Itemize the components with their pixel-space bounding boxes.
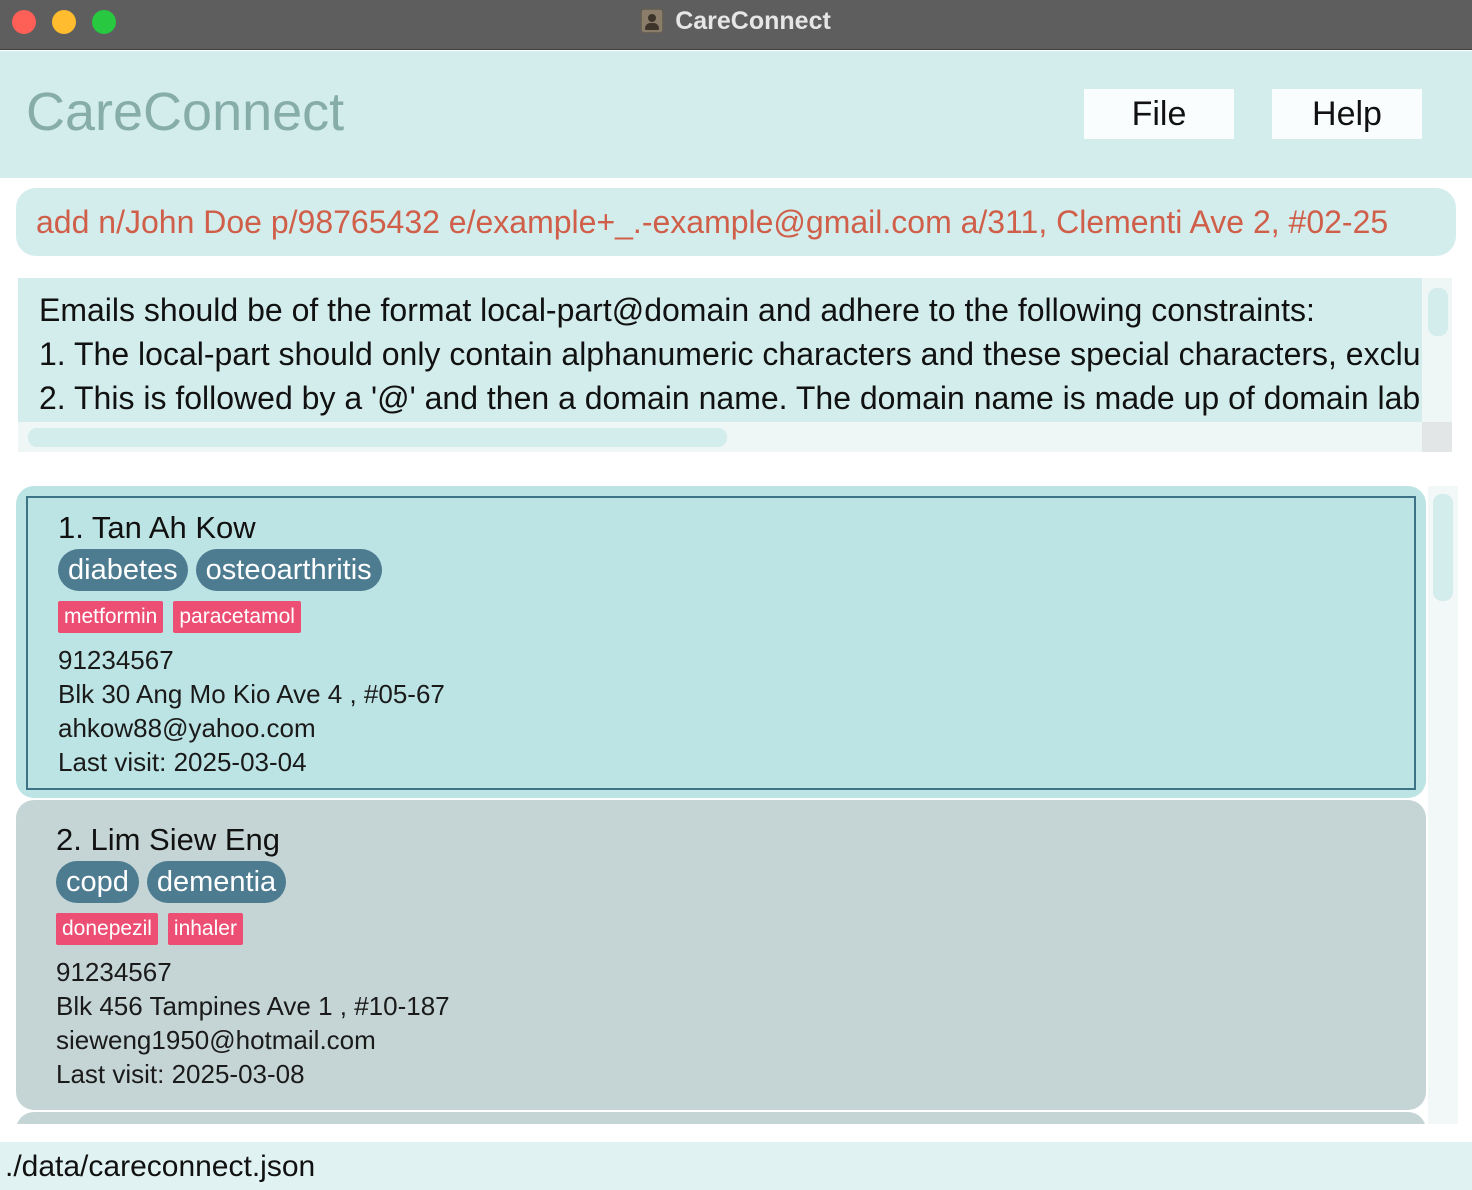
- medication-tags: donepezil inhaler: [56, 913, 450, 945]
- person-name: 2. Lim Siew Eng: [56, 822, 280, 857]
- file-menu-button[interactable]: File: [1084, 89, 1234, 139]
- status-bar: ./data/careconnect.json: [0, 1142, 1472, 1190]
- person-card-content: 1. Tan Ah Kow diabetes osteoarthritis me…: [58, 508, 445, 779]
- person-name: 1. Tan Ah Kow: [58, 510, 256, 545]
- result-horizontal-scrollbar[interactable]: [18, 422, 1422, 452]
- medication-tags: metformin paracetamol: [58, 601, 445, 633]
- title-group: CareConnect: [0, 0, 1472, 42]
- condition-tag: dementia: [146, 861, 287, 903]
- save-file-path: ./data/careconnect.json: [5, 1150, 316, 1183]
- person-phone: 91234567: [56, 957, 172, 987]
- command-box: [16, 188, 1456, 256]
- condition-tag: osteoarthritis: [195, 549, 382, 591]
- person-card-content: 2. Lim Siew Eng copd dementia donepezil …: [56, 820, 450, 1091]
- result-line: Emails should be of the format local-par…: [39, 292, 1315, 328]
- command-input[interactable]: [36, 188, 1436, 256]
- result-vertical-scroll-thumb[interactable]: [1428, 288, 1448, 336]
- person-card[interactable]: 2. Lim Siew Eng copd dementia donepezil …: [16, 800, 1426, 1110]
- app-window: CareConnect CareConnect File Help Emails…: [0, 0, 1472, 1190]
- person-card-partial[interactable]: [16, 1112, 1426, 1124]
- person-last-visit: Last visit: 2025-03-04: [58, 747, 307, 777]
- person-list: 1. Tan Ah Kow diabetes osteoarthritis me…: [16, 486, 1426, 1124]
- result-display: Emails should be of the format local-par…: [18, 278, 1452, 452]
- person-last-visit: Last visit: 2025-03-08: [56, 1059, 305, 1089]
- help-menu-button[interactable]: Help: [1272, 89, 1422, 139]
- person-address: Blk 456 Tampines Ave 1 , #10-187: [56, 991, 450, 1021]
- title-bar: CareConnect: [0, 0, 1472, 50]
- result-line: 1. The local-part should only contain al…: [39, 336, 1421, 372]
- condition-tags: copd dementia: [56, 861, 450, 903]
- person-list-scroll-thumb[interactable]: [1433, 494, 1453, 601]
- app-brand: CareConnect: [26, 82, 345, 142]
- condition-tag: copd: [56, 861, 139, 903]
- person-address: Blk 30 Ang Mo Kio Ave 4 , #05-67: [58, 679, 445, 709]
- condition-tags: diabetes osteoarthritis: [58, 549, 445, 591]
- person-email: sieweng1950@hotmail.com: [56, 1025, 376, 1055]
- result-horizontal-scroll-thumb[interactable]: [28, 428, 727, 447]
- person-phone: 91234567: [58, 645, 174, 675]
- medication-tag: metformin: [58, 601, 164, 633]
- person-card[interactable]: 1. Tan Ah Kow diabetes osteoarthritis me…: [16, 486, 1426, 798]
- scroll-corner: [1422, 422, 1452, 452]
- medication-tag: inhaler: [167, 913, 243, 945]
- medication-tag: donepezil: [56, 913, 158, 945]
- window-title: CareConnect: [675, 6, 831, 35]
- app-header: CareConnect File Help: [0, 51, 1472, 178]
- person-list-scrollbar[interactable]: [1428, 486, 1458, 1124]
- person-email: ahkow88@yahoo.com: [58, 713, 316, 743]
- medication-tag: paracetamol: [173, 601, 301, 633]
- result-text-area[interactable]: Emails should be of the format local-par…: [18, 278, 1422, 422]
- result-line: 2. This is followed by a '@' and then a …: [39, 380, 1421, 416]
- contacts-app-icon: [641, 9, 664, 33]
- condition-tag: diabetes: [58, 549, 188, 591]
- result-vertical-scrollbar[interactable]: [1422, 278, 1452, 422]
